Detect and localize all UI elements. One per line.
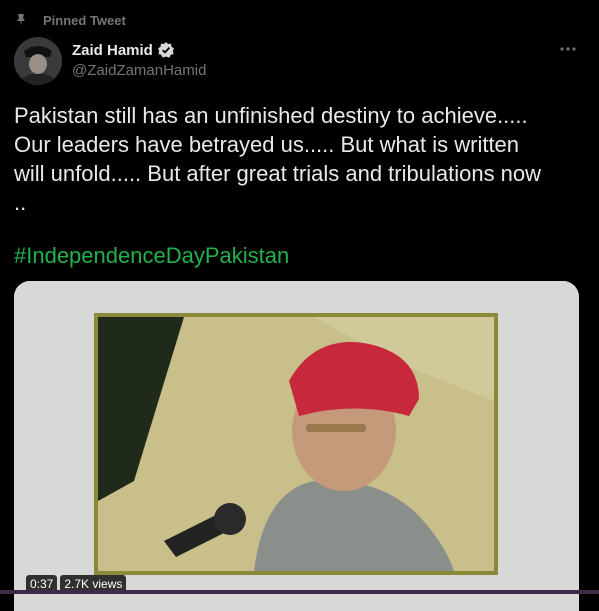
more-options-icon[interactable] (559, 40, 577, 58)
video-thumbnail (14, 281, 579, 611)
author-handle[interactable]: @ZaidZamanHamid (72, 62, 206, 79)
author-block: Zaid Hamid @ZaidZamanHamid (72, 40, 206, 80)
pin-icon (17, 14, 25, 26)
hashtag-link[interactable]: #IndependenceDayPakistan (14, 241, 289, 270)
avatar-image (14, 37, 62, 85)
avatar[interactable] (14, 37, 62, 85)
pinned-tweet-row: Pinned Tweet (14, 11, 126, 29)
pinned-tweet-label: Pinned Tweet (43, 12, 126, 28)
video-player[interactable] (14, 281, 579, 611)
tweet-text: Pakistan still has an unfinished destiny… (14, 103, 542, 215)
verified-badge-icon (157, 42, 174, 58)
author-display-name[interactable]: Zaid Hamid (72, 42, 153, 59)
bottom-edge (0, 590, 599, 594)
